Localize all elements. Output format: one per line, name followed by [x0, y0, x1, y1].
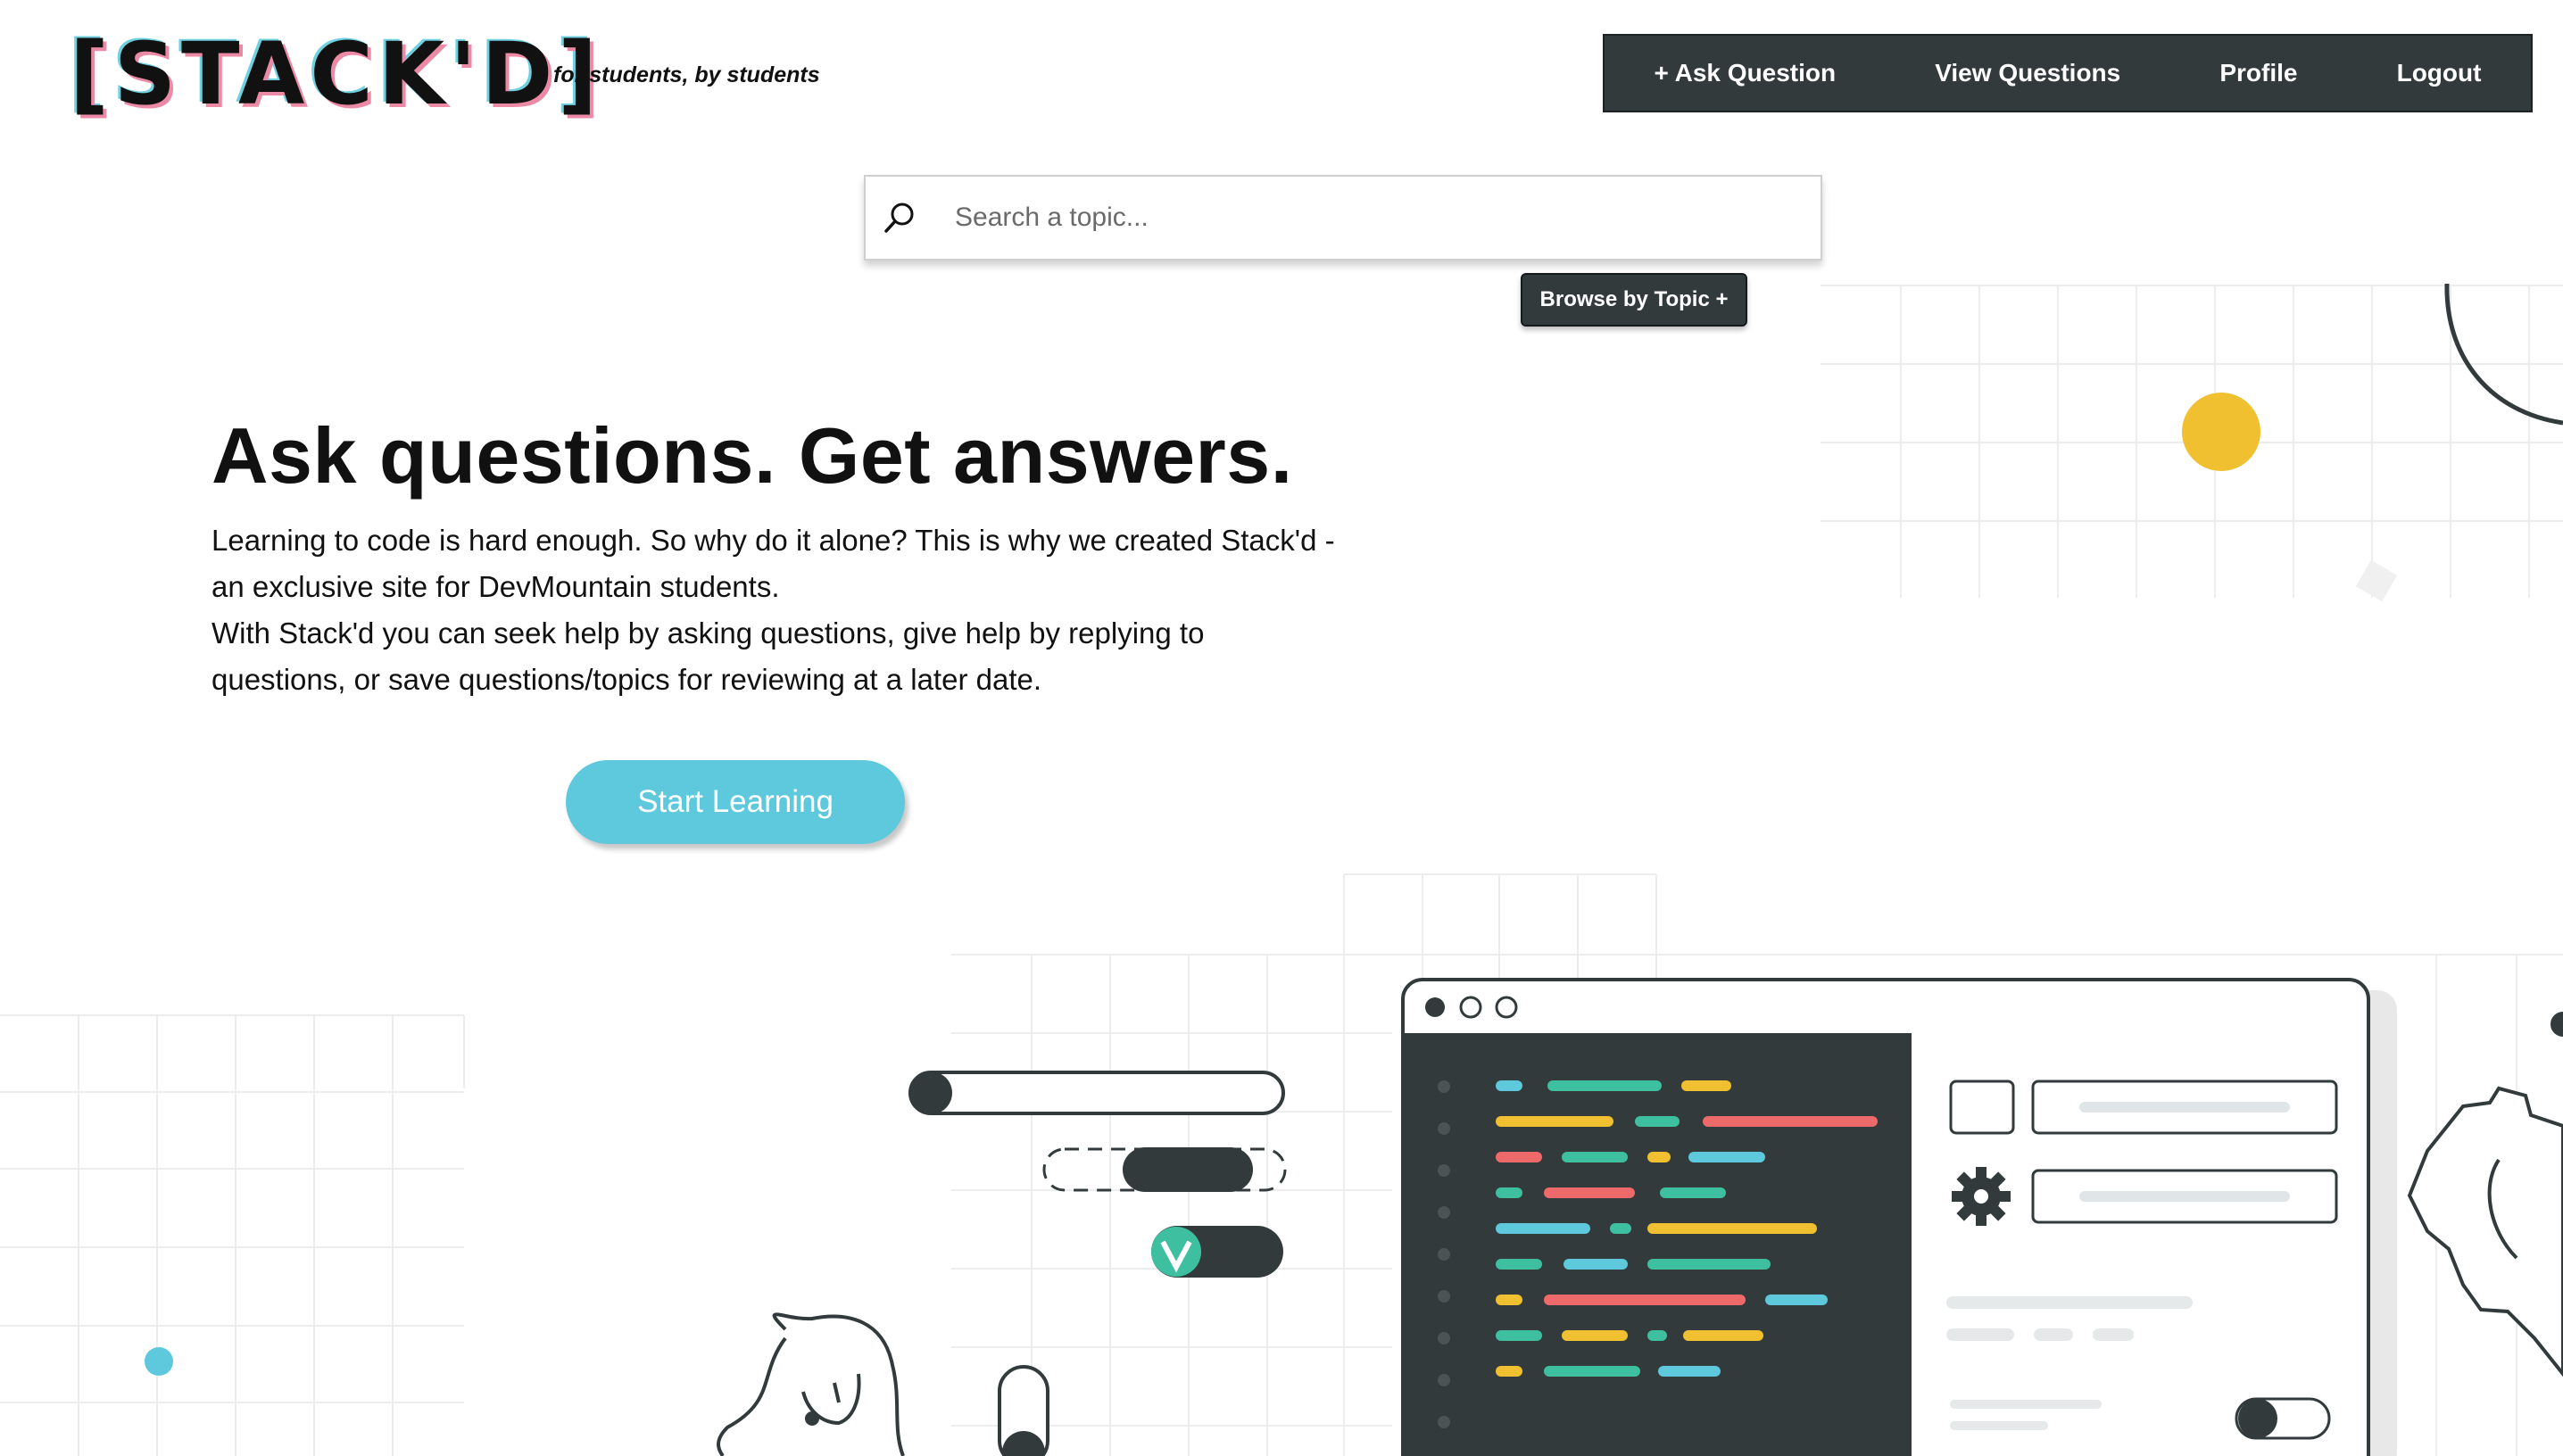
hero-paragraph-2: With Stack'd you can seek help by asking… — [212, 616, 1205, 696]
diamond-decoration — [2355, 559, 2398, 602]
nav-profile[interactable]: Profile — [2219, 59, 2297, 87]
top-navigation: + Ask Question View Questions Profile Lo… — [1603, 34, 2533, 112]
hero-title: Ask questions. Get answers. — [212, 411, 1293, 500]
stackd-logo[interactable]: [STACK'D] — [70, 16, 602, 132]
grid-left — [0, 1014, 465, 1456]
hero-description: Learning to code is hard enough. So why … — [212, 517, 1336, 703]
nav-ask-question[interactable]: + Ask Question — [1655, 59, 1837, 87]
start-learning-button[interactable]: Start Learning — [566, 760, 905, 844]
toggle-illustrations — [908, 1071, 1287, 1456]
gear-icon — [1952, 1167, 2011, 1226]
search-icon[interactable] — [882, 200, 917, 236]
large-gear-illustration — [2407, 1012, 2563, 1377]
yellow-dot — [2182, 393, 2260, 471]
tagline: for students, by students — [553, 62, 820, 87]
nav-view-questions[interactable]: View Questions — [1935, 59, 2120, 87]
browse-by-topic-button[interactable]: Browse by Topic + — [1521, 273, 1747, 327]
arc-decoration — [2444, 283, 2563, 426]
browser-window-illustration — [1401, 978, 2397, 1456]
search-bar — [864, 175, 1822, 261]
person-illustration — [717, 1312, 905, 1456]
nav-logout[interactable]: Logout — [2397, 59, 2482, 87]
hero-paragraph-1: Learning to code is hard enough. So why … — [212, 524, 1335, 603]
search-input[interactable] — [953, 202, 1821, 234]
cyan-dot — [145, 1347, 173, 1376]
